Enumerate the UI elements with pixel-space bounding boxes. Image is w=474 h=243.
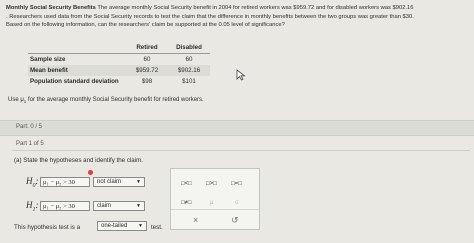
table-row: Population standard deviation $98 $101 [28,76,210,87]
sigma-button[interactable]: σ [235,200,239,206]
h0-label: H0: [26,176,39,189]
mu-note: Use μ1 for the average monthly Social Se… [8,97,204,105]
table-row: Mean benefit $959.72 $902.16 [28,65,210,76]
part-progress-label: Part: 0 / 5 [16,124,43,130]
cell-disabled: $902.16 [168,65,210,76]
table-header-row: Retired Disabled [28,42,210,54]
cell-disabled: 60 [185,56,193,63]
h1-label: H1: [26,200,39,213]
mu-button[interactable]: μ [210,200,213,206]
greater-than-button[interactable]: □>□ [206,181,217,187]
instruction-text: (a) State the hypotheses and identify th… [14,157,143,164]
table-row: Sample size 60 60 [28,54,210,66]
mouse-cursor-icon [236,69,246,81]
part-label: Part 1 of 5 [16,141,44,147]
clear-icon[interactable]: × [193,215,198,225]
dropdown-arrow-icon: ▼ [136,203,141,209]
dropdown-arrow-icon: ▼ [136,179,141,185]
problem-heading: Monthly Social Security Benefits [6,5,96,11]
h0-claim-select[interactable]: not claim ▼ [93,177,145,187]
row-label: Sample size [30,56,66,63]
test-type-prefix: This hypothesis test is a [14,224,81,231]
problem-statement: Monthly Social Security Benefits The ave… [6,4,470,30]
h1-claim-select[interactable]: claim ▼ [93,201,145,211]
h0-expression-input[interactable]: μ₁ − μ₂ > 30 [40,177,90,187]
cell-disabled: $101 [182,78,196,85]
equals-button[interactable]: □=□ [231,181,242,187]
not-equal-button[interactable]: □≠□ [181,200,192,206]
problem-line-3: Based on the following information, can … [6,22,285,28]
problem-line-1: The average monthly Social Security bene… [97,5,414,11]
table-header [28,42,126,54]
table-header-disabled: Disabled [168,42,210,54]
part-progress-bar: Part: 0 / 5 [0,120,474,136]
symbol-palette: □<□ □>□ □=□ □≠□ μ σ × ↺ [170,168,260,230]
cell-retired: $959.72 [126,65,168,76]
test-type-suffix: test. [151,224,163,231]
data-table: Retired Disabled Sample size 60 60 Mean … [28,42,210,87]
problem-line-2: . Researchers used data from the Social … [6,13,414,20]
test-type-select[interactable]: one-tailed ▼ [97,221,147,231]
divider [171,209,259,210]
reset-icon[interactable]: ↺ [231,215,239,226]
table-header-retired: Retired [126,42,168,54]
row-label: Population standard deviation [30,78,119,85]
error-indicator-icon [88,170,93,175]
h1-expression-input[interactable]: μ₁ − μ₂ > 30 [40,201,90,211]
cell-retired: $98 [141,78,153,85]
divider [12,150,470,151]
row-label: Mean benefit [28,65,126,76]
less-than-button[interactable]: □<□ [181,181,192,187]
cell-retired: 60 [143,56,151,63]
dropdown-arrow-icon: ▼ [138,223,143,229]
